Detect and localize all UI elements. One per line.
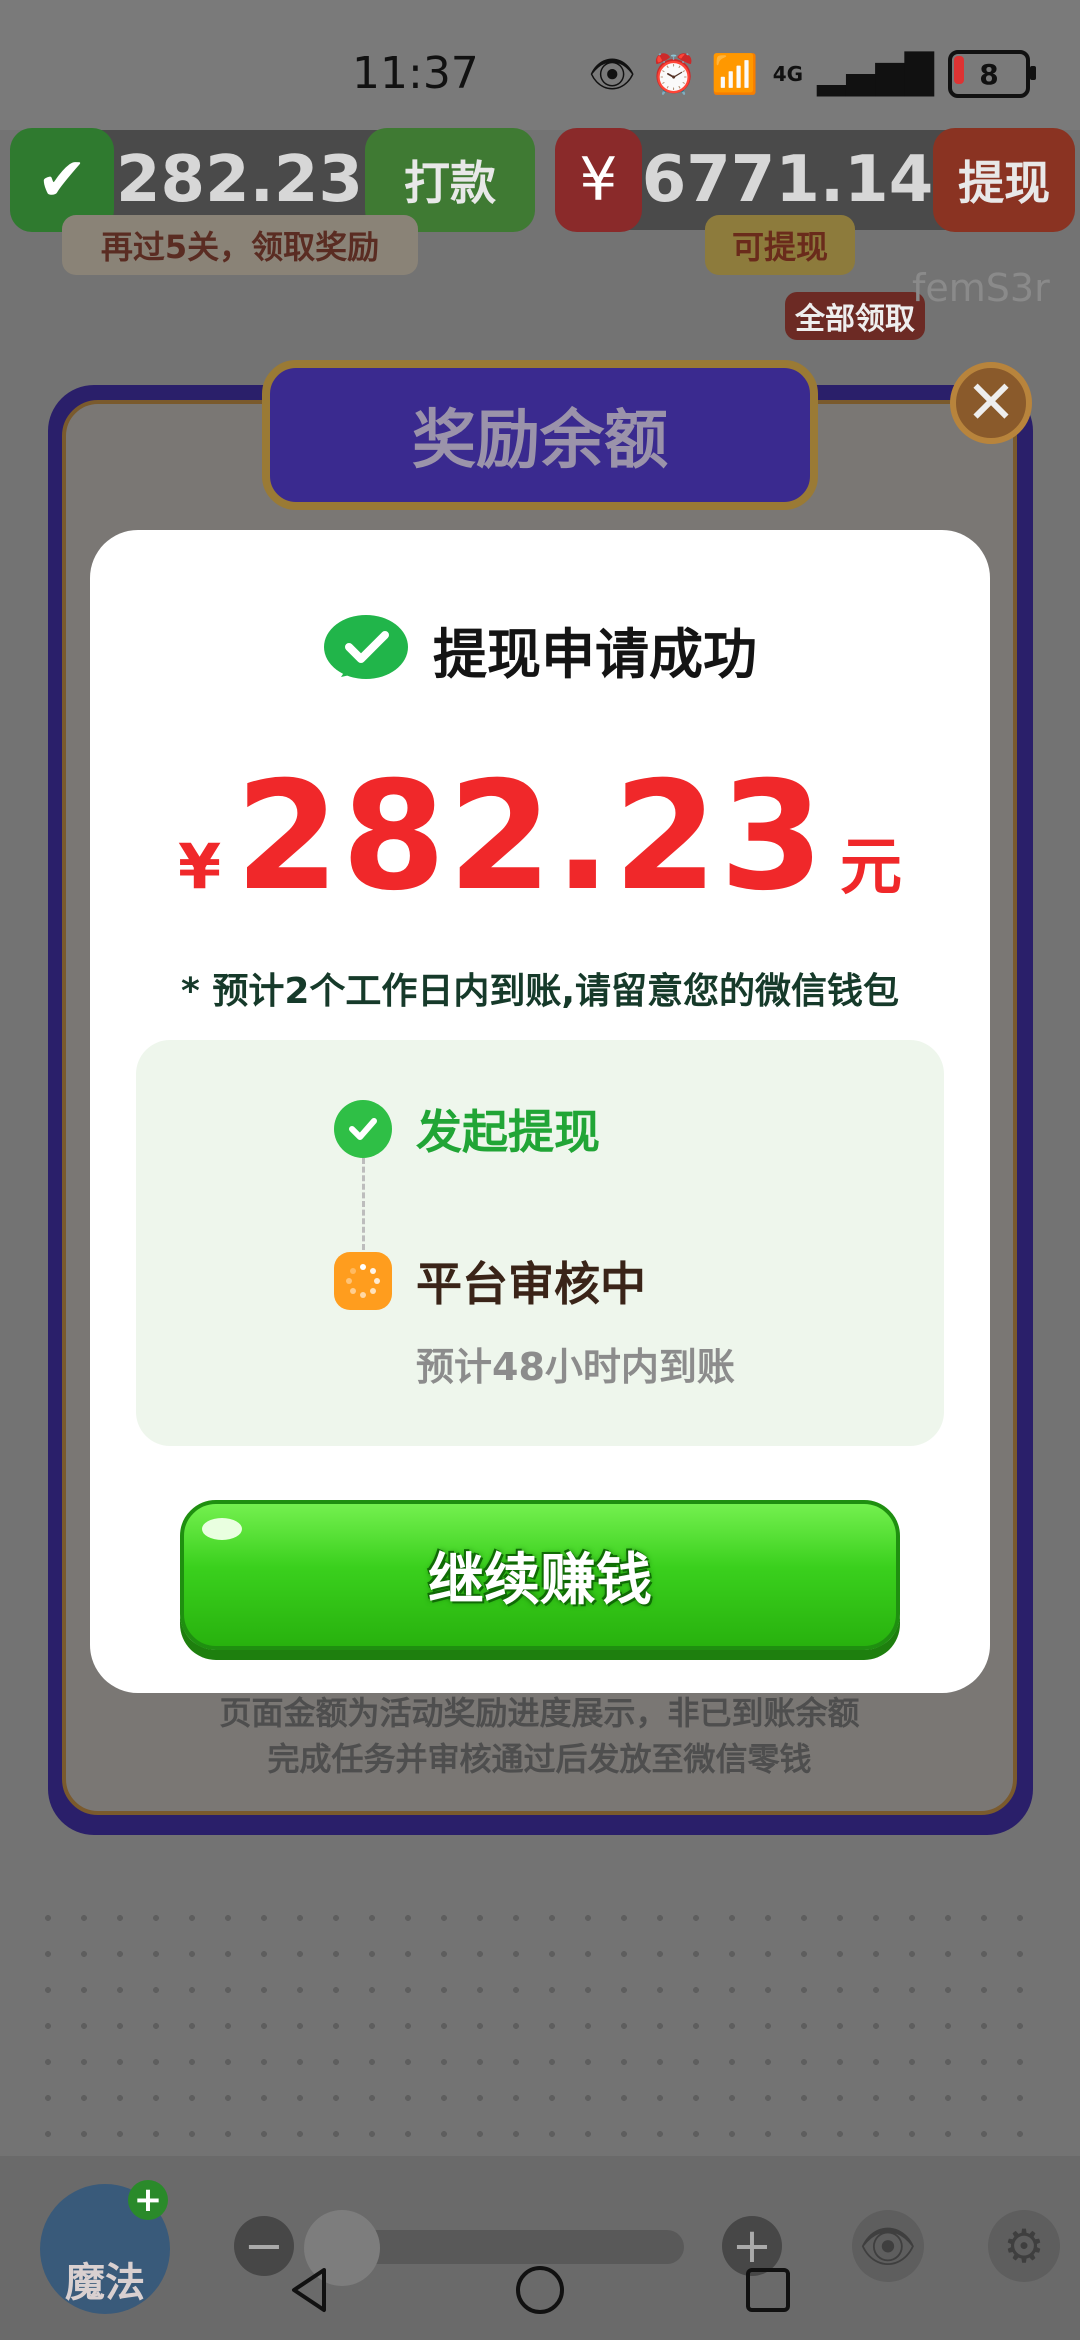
step-initiated-label: 发起提现: [416, 1105, 600, 1159]
frame-title: 奖励余额: [262, 360, 818, 510]
close-button[interactable]: ✕: [950, 362, 1032, 444]
amount-display: ¥ 282.23 元: [90, 750, 990, 924]
claim-all-button[interactable]: 全部领取: [785, 292, 925, 340]
home-icon[interactable]: [510, 2260, 570, 2320]
step-connector: [362, 1158, 365, 1250]
recent-apps-icon[interactable]: [738, 2260, 798, 2320]
wallet-amount: 282.23: [116, 143, 363, 217]
withdraw-success-modal: 提现申请成功 ¥ 282.23 元 * 预计2个工作日内到账,请留意您的微信钱包…: [90, 530, 990, 1693]
step-reviewing-subtext: 预计48小时内到账: [416, 1345, 735, 1389]
network-type-label: 4G: [772, 62, 804, 86]
progress-steps: 发起提现 平台审核中 预计48小时内到账: [136, 1040, 944, 1446]
step-reviewing-label: 平台审核中: [416, 1257, 646, 1311]
close-icon: ✕: [965, 368, 1017, 438]
add-magic-icon[interactable]: +: [128, 2180, 168, 2220]
redpack-hint: 可提现: [705, 215, 855, 275]
status-icons: 👁 ⏰ 📶 4G ▂▄▆█ 8: [587, 50, 1036, 98]
withdraw-button[interactable]: 提现: [933, 128, 1075, 232]
back-icon[interactable]: [280, 2260, 340, 2320]
continue-earning-button[interactable]: 继续赚钱: [180, 1500, 900, 1650]
amount-value: 282.23: [235, 750, 826, 924]
wallet-hint: 再过5关，领取奖励: [62, 215, 418, 275]
battery-level-text: 8: [979, 57, 999, 91]
signal-icon: ▂▄▆█: [817, 52, 934, 96]
battery-icon: 8: [948, 50, 1036, 98]
modal-title: 提现申请成功: [433, 623, 757, 686]
loading-icon: [334, 1252, 392, 1310]
battery-level: [954, 56, 964, 84]
arrival-notice: * 预计2个工作日内到账,请留意您的微信钱包: [180, 971, 900, 1012]
status-bar: 11:37 👁 ⏰ 📶 4G ▂▄▆█ 8: [0, 0, 1080, 130]
redpack-amount: 6771.14: [641, 143, 934, 217]
code-text: femS3r: [912, 266, 1050, 310]
footer-line-1: 页面金额为活动奖励进度展示，非已到账余额: [219, 1694, 860, 1732]
wechat-pay-icon: [324, 614, 408, 679]
check-icon: [334, 1100, 392, 1158]
eye-comfort-icon: 👁: [587, 52, 637, 96]
modal-header: 提现申请成功: [90, 610, 990, 689]
red-envelope-icon: ¥: [555, 128, 642, 232]
frame-footer-note: 页面金额为活动奖励进度展示，非已到账余额 完成任务并审核通过后发放至微信零钱: [62, 1690, 1017, 1782]
step-reviewing: 平台审核中: [334, 1248, 646, 1314]
footer-line-2: 完成任务并审核通过后发放至微信零钱: [267, 1740, 812, 1778]
alarm-icon: ⏰: [650, 52, 698, 96]
continue-earning-label: 继续赚钱: [428, 1547, 652, 1613]
system-nav-bar: [0, 2240, 1080, 2340]
button-shine: [202, 1518, 242, 1540]
status-time: 11:37: [352, 48, 479, 99]
currency-symbol: ¥: [178, 830, 222, 903]
step-initiated: 发起提现: [334, 1096, 600, 1162]
amount-unit: 元: [839, 830, 902, 903]
wifi-icon: 📶: [711, 52, 759, 96]
